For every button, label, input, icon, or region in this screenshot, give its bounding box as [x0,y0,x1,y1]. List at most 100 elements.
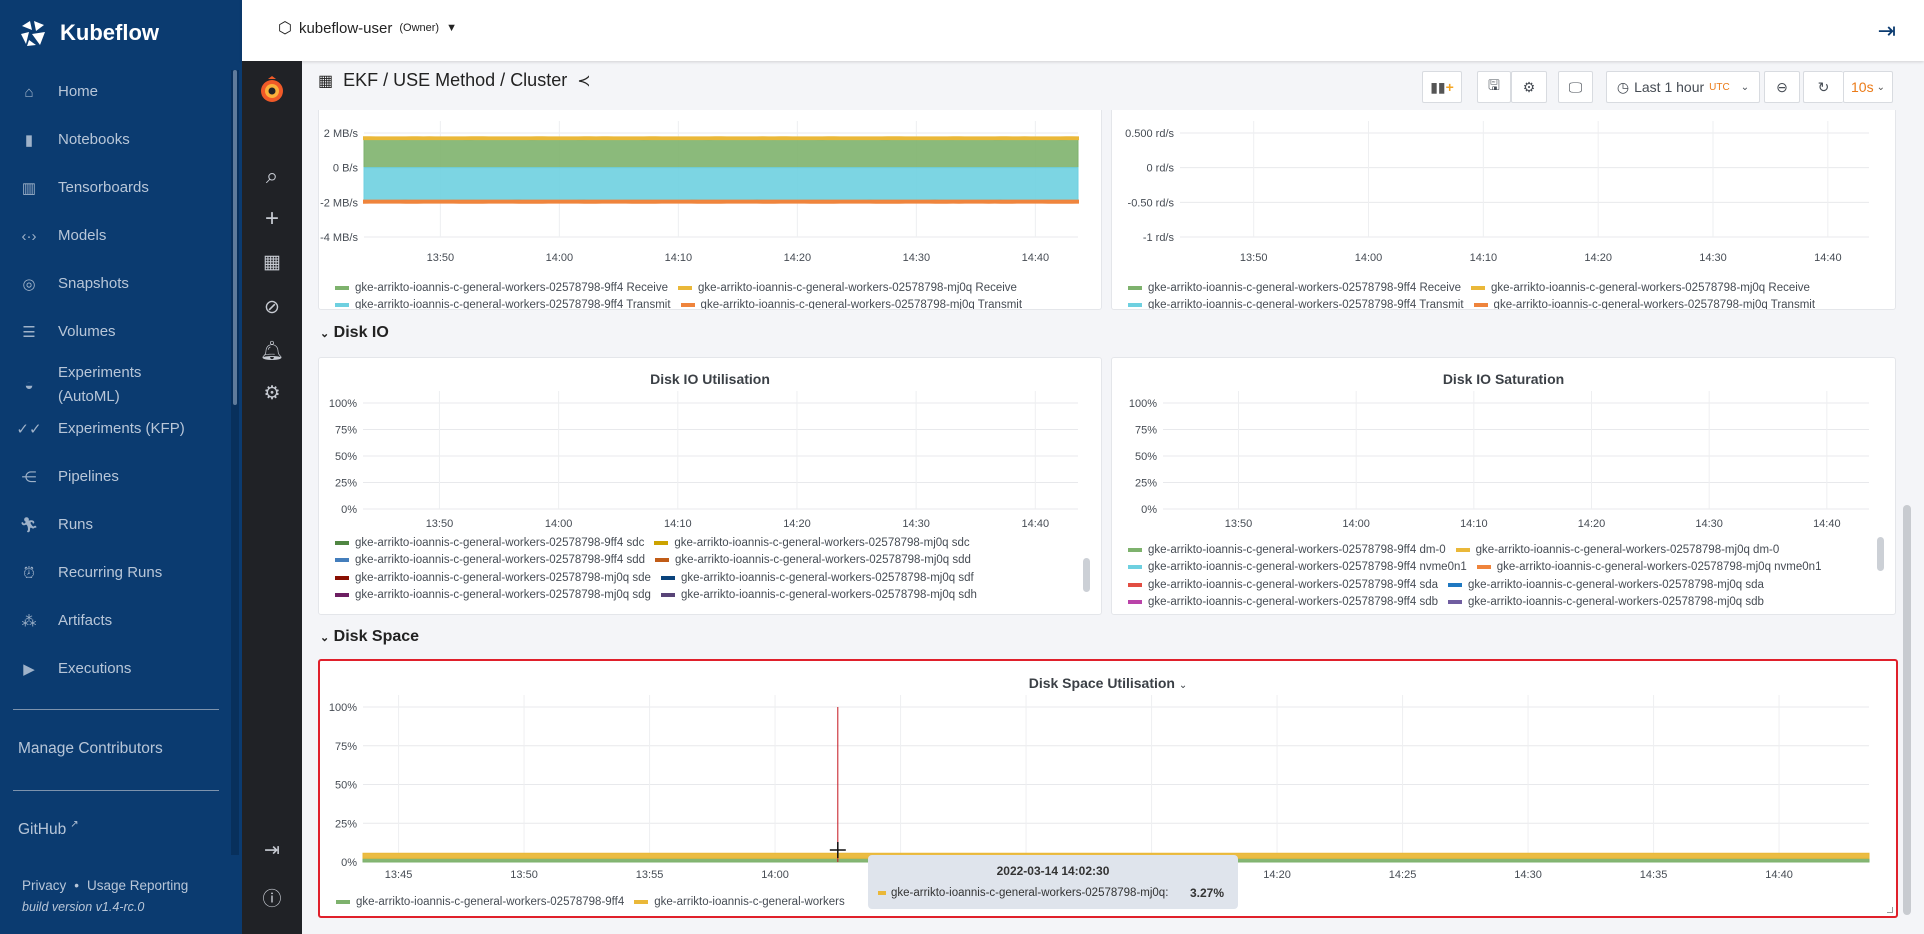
help-icon[interactable]: ⓘ [242,884,302,911]
kubeflow-logo[interactable]: Kubeflow [18,18,159,48]
legend-label: gke-arrikto-ioannis-c-general-workers-02… [680,589,977,602]
x-tick-label: 13:55 [636,869,664,881]
series-area [363,137,1079,169]
automl-icon: ◒ [24,376,34,394]
sidebar-item-experiments-kfp[interactable]: ✓✓ Experiments (KFP) [0,409,232,449]
legend-label: gke-arrikto-ioannis-c-general-workers-02… [355,281,668,294]
sidebar-item-label: Experiments (AutoML) [58,364,142,405]
x-tick-label: 13:50 [510,869,538,881]
legend-item[interactable]: gke-arrikto-ioannis-c-general-workers-02… [335,282,668,294]
y-tick-label: 0% [1141,504,1157,516]
sidebar-item-home[interactable]: ⌂ Home [0,72,232,112]
legend-item[interactable]: gke-arrikto-ioannis-c-general-workers-02… [654,537,970,549]
refresh-interval-picker[interactable]: 10s ⌄ [1843,71,1893,103]
legend-swatch [680,303,695,308]
sidebar-item-recurring-runs[interactable]: ⏰︎ Recurring Runs [0,553,232,593]
add-panel-icon: ▮▮+ [1430,78,1454,95]
share-icon[interactable]: ≺ [577,71,590,91]
legend-swatch [335,303,349,308]
usage-reporting-link[interactable]: Usage Reporting [87,878,188,893]
tv-mode-button[interactable]: 🖵︎ [1558,71,1593,103]
divider [13,709,219,710]
legend-item[interactable]: gke-arrikto-ioannis-c-general-workers-02… [1128,299,1464,309]
sidebar-item-snapshots[interactable]: ◎ Snapshots [0,264,232,304]
legend-item[interactable]: gke-arrikto-ioannis-c-general-workers-02… [678,282,1017,294]
legend-item[interactable]: gke-arrikto-ioannis-c-general-workers-02… [1128,544,1446,556]
sidebar-item-experiments-automl[interactable]: ◒ Experiments (AutoML) [0,360,232,410]
legend-scrollbar[interactable] [1877,537,1884,571]
y-tick-label: 0% [341,857,357,869]
graph-legend: gke-arrikto-ioannis-c-general-workers-02… [336,893,845,911]
add-panel-button[interactable]: ▮▮+ [1422,71,1462,103]
github-link[interactable]: GitHub ↗ [0,810,79,850]
legend-item[interactable]: gke-arrikto-ioannis-c-general-workers-02… [1476,561,1821,573]
namespace-selector[interactable]: ⬡ kubeflow-user (Owner) ▼ [278,18,457,38]
legend-item[interactable]: gke-arrikto-ioannis-c-general-workers-02… [1473,299,1815,309]
legend-scrollbar[interactable] [1083,558,1090,592]
legend-item[interactable]: gke-arrikto-ioannis-c-general-workers-02… [1471,282,1810,294]
refresh-button[interactable]: ↻ [1803,71,1843,103]
models-icon: ‹·› [21,227,37,245]
sidebar-item-tensorboards[interactable]: ▥ Tensorboards [0,168,232,208]
save-dashboard-button[interactable]: 🖫︎ [1477,71,1511,103]
legend-label: gke-arrikto-ioannis-c-general-workers-02… [698,281,1017,294]
dashboard-settings-button[interactable]: ⚙ [1511,71,1547,103]
legend-item[interactable]: gke-arrikto-ioannis-c-general-workers-02… [655,554,971,566]
legend-item[interactable]: gke-arrikto-ioannis-c-general-workers-02… [660,589,977,602]
zoom-out-button[interactable]: ⊖ [1764,71,1800,103]
legend-item[interactable]: gke-arrikto-ioannis-c-general-workers-02… [335,537,644,549]
legend-item[interactable]: gke-arrikto-ioannis-c-general-workers-02… [680,299,1022,309]
dashboard-grid-icon: ▦ [318,72,334,90]
sidebar-item-executions[interactable]: ▶ Executions [0,649,232,689]
legend-item[interactable]: gke-arrikto-ioannis-c-general-workers-02… [1448,596,1764,608]
x-tick-label: 14:00 [546,252,574,264]
row-disk-space[interactable]: ⌄ Disk Space [320,628,419,646]
sidebar-item-models[interactable]: ‹·› Models [0,216,232,256]
app-name: Kubeflow [60,20,159,45]
sidebar-item-notebooks[interactable]: ▮ Notebooks [0,120,232,160]
legend-item[interactable]: gke-arrikto-ioannis-c-general-workers-02… [1128,561,1467,573]
legend-item[interactable]: gke-arrikto-ioannis-c-general-workers-02… [1128,596,1438,608]
legend-item[interactable]: gke-arrikto-ioannis-c-general-workers-02… [1448,579,1764,591]
sign-in-icon[interactable]: ⇥ [242,839,302,862]
page-scrollbar[interactable] [1903,505,1911,915]
sidebar-item-pipelines[interactable]: ⋲ Pipelines [0,457,232,497]
logout-icon[interactable]: ⇥ [1878,18,1896,44]
sidebar-item-volumes[interactable]: ☰ Volumes [0,312,232,352]
sidebar-item-runs[interactable]: 🏃︎ Runs [0,505,232,545]
sidebar-item-artifacts[interactable]: ⁂ Artifacts [0,601,232,641]
row-disk-io[interactable]: ⌄ Disk IO [320,324,389,342]
row-title: Disk IO [333,324,389,341]
grafana-logo-icon[interactable] [242,75,302,111]
legend-item[interactable]: gke-arrikto-ioannis-c-general-workers-02… [1128,579,1438,591]
sidebar-scrollbar[interactable] [231,70,239,855]
search-icon[interactable]: ⌕ [242,163,302,189]
sidebar-item-label: Models [58,227,107,244]
legend-item[interactable]: gke-arrikto-ioannis-c-general-workers [634,896,845,908]
alarm-icon: ⏰︎ [23,564,35,582]
panel-resize-handle[interactable] [1887,907,1893,913]
legend-item[interactable]: gke-arrikto-ioannis-c-general-workers-02… [1128,282,1461,294]
manage-contributors-link[interactable]: Manage Contributors [0,729,232,769]
bell-icon[interactable]: 🔔︎ [242,339,302,363]
privacy-link[interactable]: Privacy [22,878,66,893]
legend-item[interactable]: gke-arrikto-ioannis-c-general-workers-02… [660,572,974,584]
x-tick-label: 13:45 [385,869,413,881]
legend-item[interactable]: gke-arrikto-ioannis-c-general-workers-02… [335,572,651,584]
compass-icon[interactable]: ⊘ [242,296,302,319]
plus-icon[interactable]: + [242,205,302,233]
dashboards-grid-icon[interactable]: ▦ [242,251,302,274]
breadcrumb[interactable]: EKF / USE Method / Cluster [343,70,567,91]
legend-swatch [678,285,692,290]
legend-swatch [1128,565,1142,570]
legend-item[interactable]: gke-arrikto-ioannis-c-general-workers-02… [335,554,645,566]
legend-item[interactable]: gke-arrikto-ioannis-c-general-workers-02… [336,896,624,908]
chevron-down-icon: ⌄ [1740,81,1750,93]
x-tick-label: 14:10 [1460,518,1488,530]
time-picker[interactable]: ◷ Last 1 hour UTC ⌄ [1606,71,1760,103]
legend-item[interactable]: gke-arrikto-ioannis-c-general-workers-02… [335,589,651,601]
legend-item[interactable]: gke-arrikto-ioannis-c-general-workers-02… [1455,544,1779,556]
legend-item[interactable]: gke-arrikto-ioannis-c-general-workers-02… [335,299,671,309]
chevron-down-icon: ⌄ [1876,81,1885,93]
gear-icon[interactable]: ⚙ [242,382,302,405]
